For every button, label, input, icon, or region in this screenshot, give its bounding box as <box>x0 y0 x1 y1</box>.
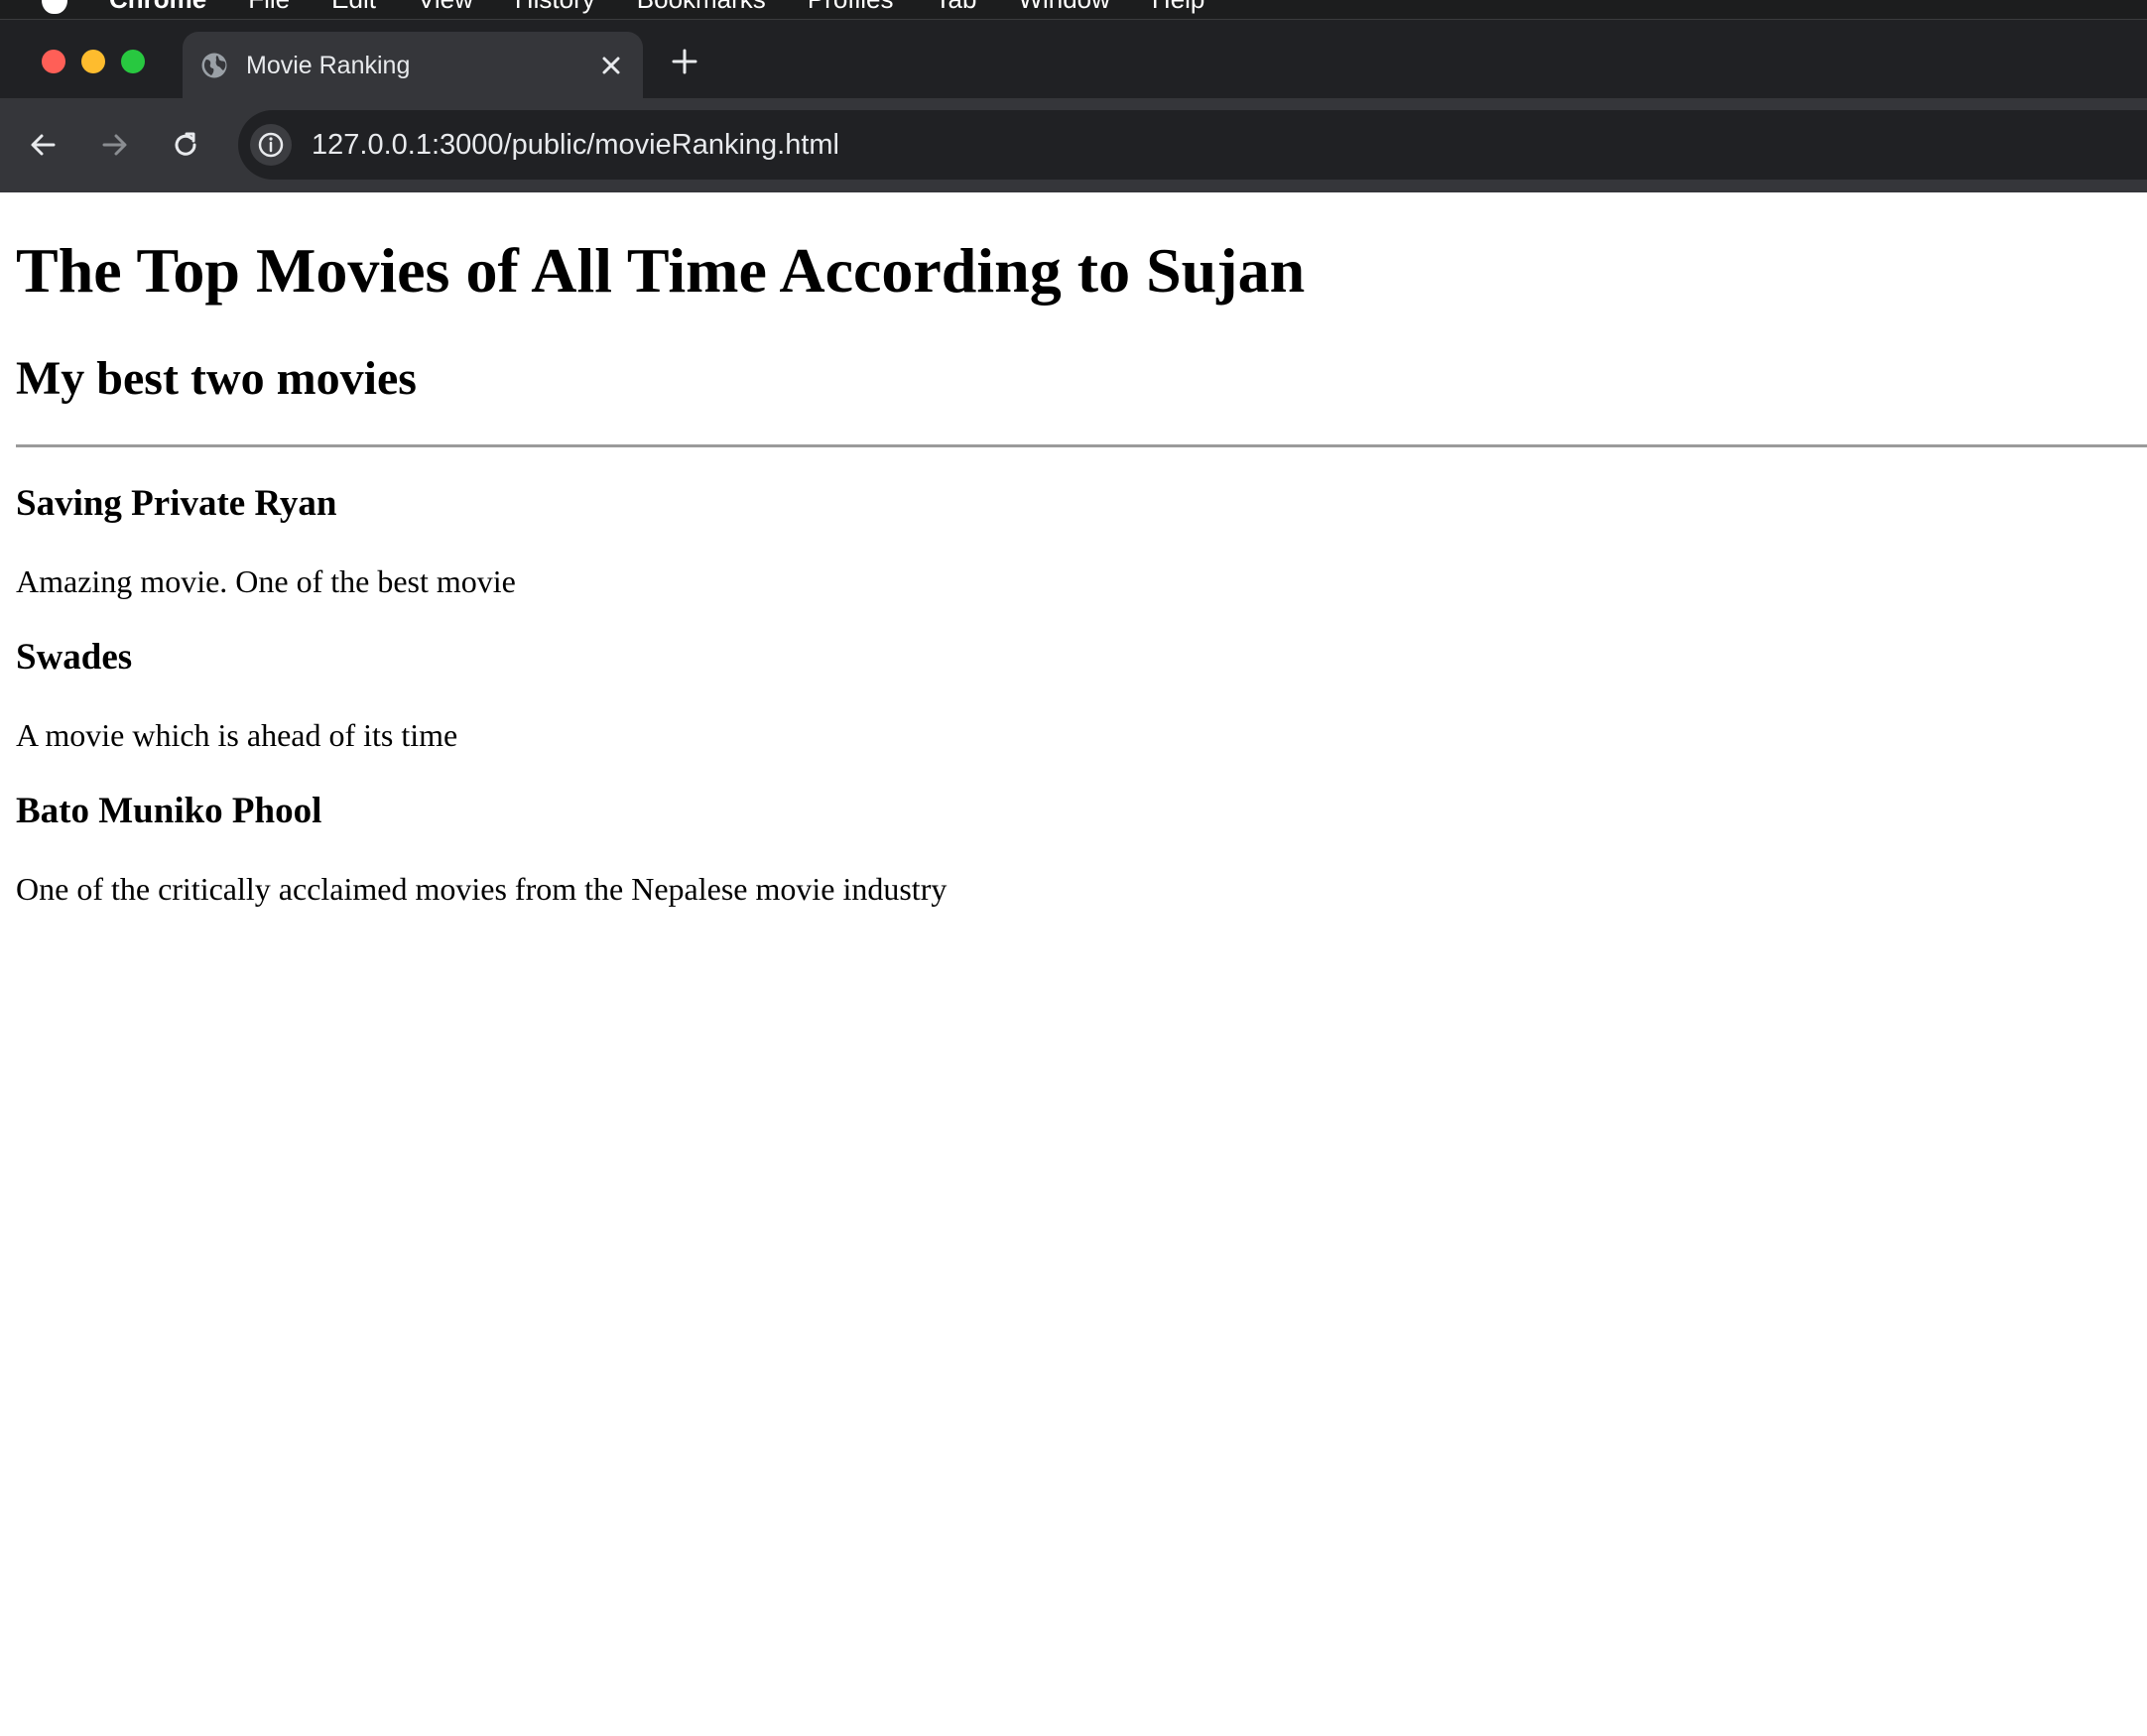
window-minimize-button[interactable] <box>81 50 105 73</box>
site-info-button[interactable] <box>250 124 292 166</box>
back-button[interactable] <box>21 122 66 168</box>
movie-title: Bato Muniko Phool <box>16 791 322 831</box>
close-icon[interactable] <box>595 50 627 81</box>
tab-movie-ranking[interactable]: Movie Ranking <box>183 32 643 99</box>
movie-description: Amazing movie. One of the best movie <box>16 563 516 599</box>
menu-window[interactable]: Window <box>1018 0 1109 15</box>
menu-profiles[interactable]: Profiles <box>808 0 894 15</box>
window-zoom-button[interactable] <box>121 50 145 73</box>
apple-logo-icon[interactable] <box>42 0 67 14</box>
menu-edit[interactable]: Edit <box>331 0 376 15</box>
menu-bookmarks[interactable]: Bookmarks <box>637 0 766 15</box>
arrow-left-icon <box>31 134 56 156</box>
reload-button[interactable] <box>163 122 208 168</box>
movie-description: A movie which is ahead of its time <box>16 717 458 753</box>
window-close-button[interactable] <box>42 50 65 73</box>
forward-button[interactable] <box>91 122 137 168</box>
browser-toolbar: 127.0.0.1:3000/public/movieRanking.html <box>0 98 2147 192</box>
movie-title: Swades <box>16 637 133 678</box>
reload-icon <box>175 132 196 156</box>
new-tab-button[interactable] <box>667 44 702 79</box>
movie-description: One of the critically acclaimed movies f… <box>16 871 947 907</box>
tab-strip: Movie Ranking <box>0 19 2147 99</box>
menu-file[interactable]: File <box>248 0 290 15</box>
menu-history[interactable]: History <box>515 0 595 15</box>
menu-view[interactable]: View <box>418 0 473 15</box>
tab-title: Movie Ranking <box>246 52 411 79</box>
plus-icon <box>672 49 697 74</box>
info-icon <box>258 132 284 158</box>
globe-icon <box>200 52 228 79</box>
arrow-right-icon <box>102 134 127 156</box>
menu-app-chrome[interactable]: Chrome <box>109 0 206 15</box>
page-title: The Top Movies of All Time According to … <box>16 235 1306 306</box>
address-bar[interactable]: 127.0.0.1:3000/public/movieRanking.html <box>238 110 2147 180</box>
page-content: The Top Movies of All Time According to … <box>0 192 2147 1736</box>
menu-help[interactable]: Help <box>1152 0 1204 15</box>
url-text[interactable]: 127.0.0.1:3000/public/movieRanking.html <box>312 129 839 162</box>
page-subtitle: My best two movies <box>16 352 417 405</box>
movie-title: Saving Private Ryan <box>16 483 337 524</box>
menu-tab[interactable]: Tab <box>936 0 977 15</box>
macos-menu-bar: Chrome File Edit View History Bookmarks … <box>0 0 2147 19</box>
divider <box>16 444 2147 447</box>
